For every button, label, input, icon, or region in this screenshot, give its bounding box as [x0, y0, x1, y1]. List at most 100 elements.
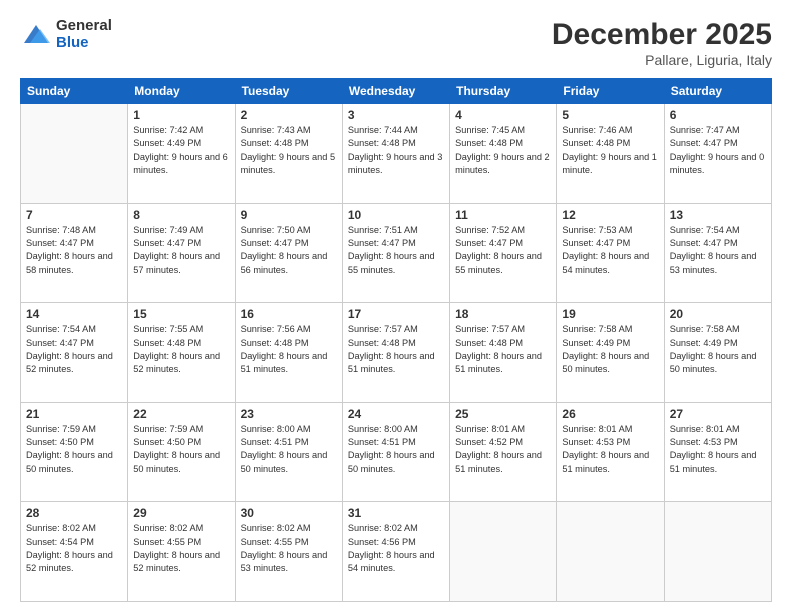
day-header-tuesday: Tuesday [235, 79, 342, 104]
day-number: 28 [26, 506, 122, 520]
calendar-cell: 7Sunrise: 7:48 AMSunset: 4:47 PMDaylight… [21, 203, 128, 303]
day-info: Sunrise: 7:45 AMSunset: 4:48 PMDaylight:… [455, 124, 551, 177]
day-info: Sunrise: 7:47 AMSunset: 4:47 PMDaylight:… [670, 124, 766, 177]
day-info: Sunrise: 7:58 AMSunset: 4:49 PMDaylight:… [562, 323, 658, 376]
day-info: Sunrise: 7:59 AMSunset: 4:50 PMDaylight:… [133, 423, 229, 476]
calendar-cell: 31Sunrise: 8:02 AMSunset: 4:56 PMDayligh… [342, 502, 449, 602]
day-info: Sunrise: 8:02 AMSunset: 4:55 PMDaylight:… [133, 522, 229, 575]
calendar-cell: 24 Sunrise: 8:00 AMSunset: 4:51 PMDayligh… [342, 402, 449, 502]
day-header-thursday: Thursday [450, 79, 557, 104]
day-number: 4 [455, 108, 551, 122]
day-info: Sunrise: 7:44 AMSunset: 4:48 PMDaylight:… [348, 124, 444, 177]
month-title: December 2025 [552, 18, 772, 52]
calendar-table: SundayMondayTuesdayWednesdayThursdayFrid… [20, 78, 772, 602]
calendar-week-row: 28 Sunrise: 8:02 AMSunset: 4:54 PMDayligh… [21, 502, 772, 602]
day-info: Sunrise: 7:42 AMSunset: 4:49 PMDaylight:… [133, 124, 229, 177]
day-info: Sunrise: 7:58 AMSunset: 4:49 PMDaylight:… [670, 323, 766, 376]
day-header-wednesday: Wednesday [342, 79, 449, 104]
calendar-cell: 13 Sunrise: 7:54 AMSunset: 4:47 PMDayligh… [664, 203, 771, 303]
day-number: 9 [241, 208, 337, 222]
title-block: December 2025 Pallare, Liguria, Italy [552, 18, 772, 68]
day-info: Sunrise: 7:48 AMSunset: 4:47 PMDaylight:… [26, 224, 122, 277]
day-number: 10 [348, 208, 444, 222]
calendar-cell: 20 Sunrise: 7:58 AMSunset: 4:49 PMDayligh… [664, 303, 771, 403]
calendar-cell: 2Sunrise: 7:43 AMSunset: 4:48 PMDaylight… [235, 104, 342, 204]
day-number: 24 [348, 407, 444, 421]
calendar-cell: 26 Sunrise: 8:01 AMSunset: 4:53 PMDayligh… [557, 402, 664, 502]
day-number: 17 [348, 307, 444, 321]
day-info: Sunrise: 7:53 AMSunset: 4:47 PMDaylight:… [562, 224, 658, 277]
calendar-cell: 17 Sunrise: 7:57 AMSunset: 4:48 PMDayligh… [342, 303, 449, 403]
calendar-week-row: 14Sunrise: 7:54 AMSunset: 4:47 PMDayligh… [21, 303, 772, 403]
day-number: 30 [241, 506, 337, 520]
calendar-cell: 8 Sunrise: 7:49 AMSunset: 4:47 PMDaylight… [128, 203, 235, 303]
day-header-monday: Monday [128, 79, 235, 104]
day-number: 8 [133, 208, 229, 222]
day-number: 22 [133, 407, 229, 421]
calendar-cell: 16 Sunrise: 7:56 AMSunset: 4:48 PMDayligh… [235, 303, 342, 403]
calendar-cell: 30Sunrise: 8:02 AMSunset: 4:55 PMDayligh… [235, 502, 342, 602]
calendar-week-row: 7Sunrise: 7:48 AMSunset: 4:47 PMDaylight… [21, 203, 772, 303]
day-info: Sunrise: 8:00 AMSunset: 4:51 PMDaylight:… [348, 423, 444, 476]
calendar-cell: 19 Sunrise: 7:58 AMSunset: 4:49 PMDayligh… [557, 303, 664, 403]
day-number: 19 [562, 307, 658, 321]
calendar-cell: 27 Sunrise: 8:01 AMSunset: 4:53 PMDayligh… [664, 402, 771, 502]
day-info: Sunrise: 8:02 AMSunset: 4:54 PMDaylight:… [26, 522, 122, 575]
day-number: 11 [455, 208, 551, 222]
calendar-cell [664, 502, 771, 602]
day-info: Sunrise: 7:56 AMSunset: 4:48 PMDaylight:… [241, 323, 337, 376]
day-info: Sunrise: 7:57 AMSunset: 4:48 PMDaylight:… [455, 323, 551, 376]
calendar-cell: 4 Sunrise: 7:45 AMSunset: 4:48 PMDaylight… [450, 104, 557, 204]
header: General Blue December 2025 Pallare, Ligu… [20, 18, 772, 68]
logo: General Blue [20, 18, 112, 51]
calendar-cell: 15 Sunrise: 7:55 AMSunset: 4:48 PMDayligh… [128, 303, 235, 403]
day-info: Sunrise: 7:54 AMSunset: 4:47 PMDaylight:… [670, 224, 766, 277]
day-number: 15 [133, 307, 229, 321]
day-number: 27 [670, 407, 766, 421]
location: Pallare, Liguria, Italy [552, 52, 772, 68]
day-info: Sunrise: 7:55 AMSunset: 4:48 PMDaylight:… [133, 323, 229, 376]
day-info: Sunrise: 7:46 AMSunset: 4:48 PMDaylight:… [562, 124, 658, 177]
calendar-cell: 21Sunrise: 7:59 AMSunset: 4:50 PMDayligh… [21, 402, 128, 502]
calendar-week-row: 1 Sunrise: 7:42 AMSunset: 4:49 PMDaylight… [21, 104, 772, 204]
day-header-saturday: Saturday [664, 79, 771, 104]
day-number: 1 [133, 108, 229, 122]
calendar-cell: 14Sunrise: 7:54 AMSunset: 4:47 PMDayligh… [21, 303, 128, 403]
calendar-cell: 29 Sunrise: 8:02 AMSunset: 4:55 PMDayligh… [128, 502, 235, 602]
calendar-cell: 10Sunrise: 7:51 AMSunset: 4:47 PMDayligh… [342, 203, 449, 303]
day-number: 2 [241, 108, 337, 122]
calendar-cell [450, 502, 557, 602]
day-number: 20 [670, 307, 766, 321]
day-info: Sunrise: 8:01 AMSunset: 4:53 PMDaylight:… [562, 423, 658, 476]
calendar-cell: 1 Sunrise: 7:42 AMSunset: 4:49 PMDaylight… [128, 104, 235, 204]
day-info: Sunrise: 8:02 AMSunset: 4:56 PMDaylight:… [348, 522, 444, 575]
calendar-week-row: 21 Sunrise: 7:59 AMSunset: 4:50 PMDayligh… [21, 402, 772, 502]
calendar-cell: 23 Sunrise: 8:00 AMSunset: 4:51 PMDayligh… [235, 402, 342, 502]
day-number: 12 [562, 208, 658, 222]
calendar-cell: 6 Sunrise: 7:47 AMSunset: 4:47 PMDaylight… [664, 104, 771, 204]
day-info: Sunrise: 8:01 AMSunset: 4:52 PMDaylight:… [455, 423, 551, 476]
day-info: Sunrise: 7:57 AMSunset: 4:48 PMDaylight:… [348, 323, 444, 376]
day-number: 16 [241, 307, 337, 321]
calendar-cell: 9Sunrise: 7:50 AMSunset: 4:47 PMDaylight… [235, 203, 342, 303]
day-number: 5 [562, 108, 658, 122]
day-number: 29 [133, 506, 229, 520]
calendar-cell: 5 Sunrise: 7:46 AMSunset: 4:48 PMDaylight… [557, 104, 664, 204]
day-number: 25 [455, 407, 551, 421]
day-header-sunday: Sunday [21, 79, 128, 104]
calendar-cell: 12 Sunrise: 7:53 AMSunset: 4:47 PMDayligh… [557, 203, 664, 303]
page: General Blue December 2025 Pallare, Ligu… [0, 0, 792, 612]
day-info: Sunrise: 7:49 AMSunset: 4:47 PMDaylight:… [133, 224, 229, 277]
logo-icon [20, 21, 52, 49]
day-number: 13 [670, 208, 766, 222]
day-info: Sunrise: 8:00 AMSunset: 4:51 PMDaylight:… [241, 423, 337, 476]
day-number: 23 [241, 407, 337, 421]
day-number: 18 [455, 307, 551, 321]
day-number: 26 [562, 407, 658, 421]
day-header-friday: Friday [557, 79, 664, 104]
calendar-cell [21, 104, 128, 204]
day-number: 6 [670, 108, 766, 122]
calendar-cell [557, 502, 664, 602]
day-number: 21 [26, 407, 122, 421]
day-info: Sunrise: 8:01 AMSunset: 4:53 PMDaylight:… [670, 423, 766, 476]
